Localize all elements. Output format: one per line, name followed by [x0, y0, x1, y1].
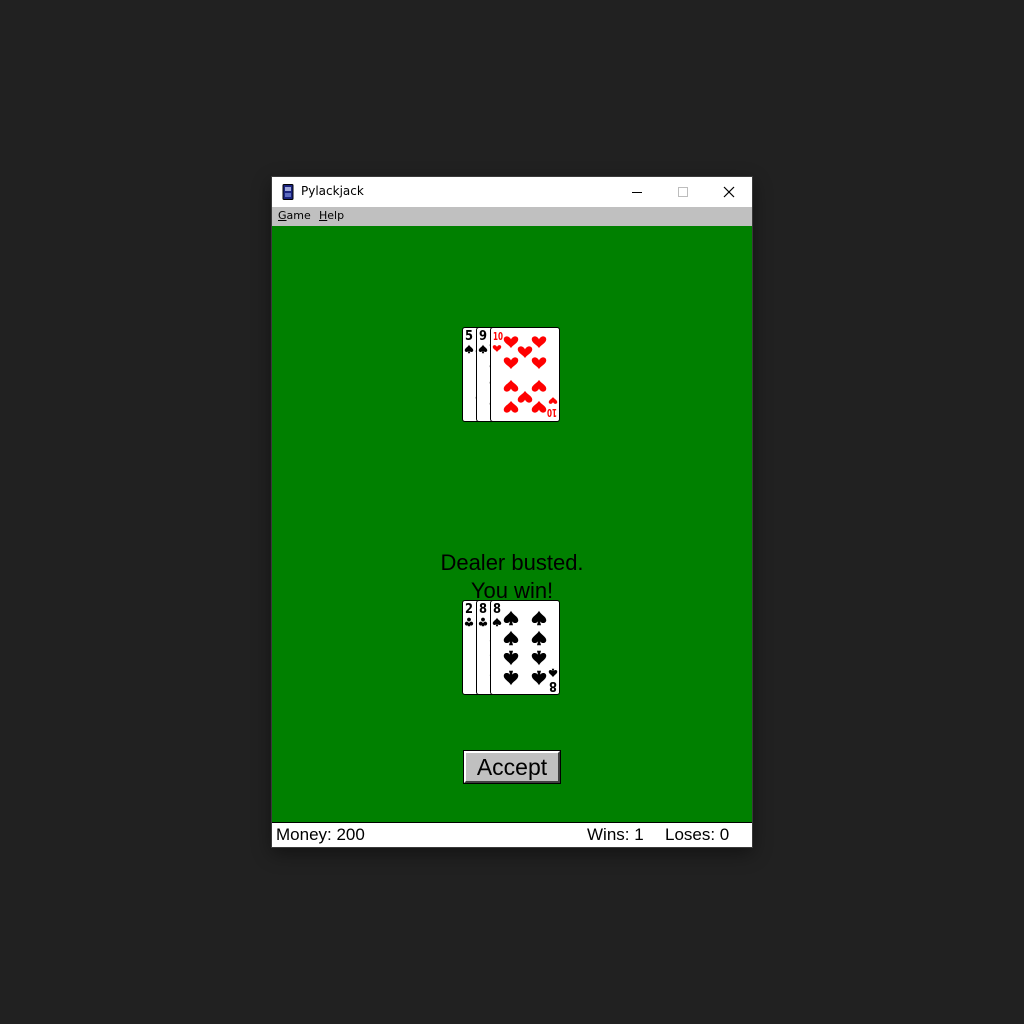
menu-bar: Game Help [272, 207, 752, 226]
menu-help-rest: elp [327, 209, 345, 222]
result-line-1: Dealer busted. [440, 550, 584, 575]
player-card-8-of-spades: 88 [490, 600, 560, 695]
dealer-hand: 55991010 [462, 327, 562, 422]
svg-text:9: 9 [479, 329, 487, 344]
menu-help[interactable]: Help [319, 209, 344, 222]
minimize-icon [632, 192, 642, 193]
menu-game[interactable]: Game [278, 209, 311, 222]
hearts-suit-icon: 10 10 [492, 330, 558, 419]
maximize-button[interactable] [660, 177, 706, 207]
accept-button[interactable]: Accept [464, 751, 560, 783]
spades-suit-icon: 88 [492, 602, 558, 693]
close-icon [723, 186, 735, 198]
status-bar: Money: 200 Wins: 1 Loses: 0 [272, 822, 752, 847]
close-button[interactable] [706, 177, 752, 207]
svg-text:10: 10 [547, 406, 557, 419]
minimize-button[interactable] [614, 177, 660, 207]
wins-status: Wins: 1 [587, 825, 644, 844]
card-table: 55991010 Dealer busted. You win! 228888 … [272, 226, 752, 822]
menu-game-rest: ame [286, 209, 311, 222]
svg-text:8: 8 [479, 602, 487, 617]
result-message: Dealer busted. You win! [272, 549, 752, 605]
svg-text:10: 10 [493, 330, 503, 343]
menu-game-accel: G [278, 209, 287, 222]
player-hand: 228888 [462, 600, 562, 695]
svg-text:8: 8 [493, 602, 501, 617]
svg-text:8: 8 [549, 678, 557, 693]
svg-text:2: 2 [465, 602, 473, 617]
card-game-icon [282, 184, 294, 200]
game-window: Pylackjack Game Help 55991010 Dealer bus… [272, 177, 752, 847]
dealer-card-10-of-hearts: 10 10 [490, 327, 560, 422]
loses-status: Loses: 0 [665, 825, 730, 844]
money-status: Money: 200 [276, 825, 365, 844]
title-bar[interactable]: Pylackjack [272, 177, 752, 207]
maximize-icon [678, 187, 688, 197]
window-title: Pylackjack [301, 184, 364, 198]
svg-text:5: 5 [465, 329, 473, 344]
